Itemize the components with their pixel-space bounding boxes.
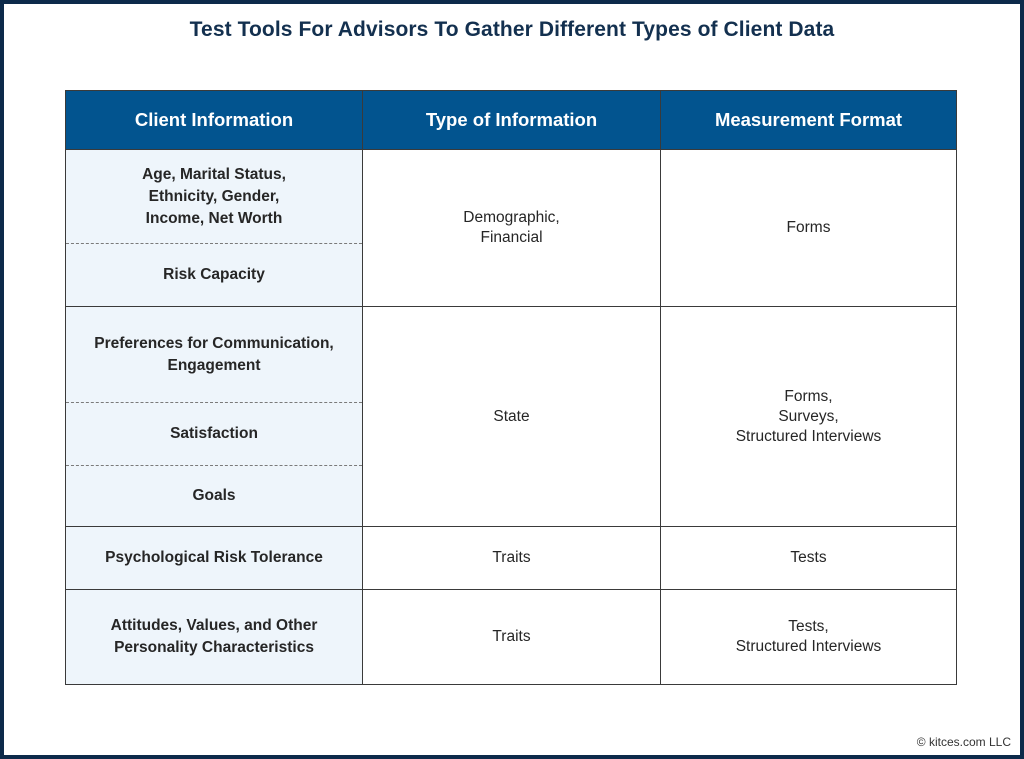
client-info-item: Age, Marital Status, Ethnicity, Gender, … bbox=[142, 165, 286, 227]
page-title: Test Tools For Advisors To Gather Differ… bbox=[189, 18, 835, 41]
table-row: Attitudes, Values, and Other Personality… bbox=[66, 589, 956, 684]
copyright-text: © kitces.com LLC bbox=[916, 735, 1011, 749]
type-cell: State bbox=[363, 307, 661, 526]
table-row: Preferences for Communication, Engagemen… bbox=[66, 306, 956, 526]
client-info-cell: Preferences for Communication, Engagemen… bbox=[66, 307, 363, 526]
type-cell: Demographic, Financial bbox=[363, 150, 661, 306]
client-info-item: Risk Capacity bbox=[66, 243, 362, 306]
client-info-cell: Attitudes, Values, and Other Personality… bbox=[66, 590, 363, 684]
table-header-row: Client Information Type of Information M… bbox=[66, 91, 956, 149]
type-cell: Traits bbox=[363, 590, 661, 684]
header-type-of-information: Type of Information bbox=[363, 91, 661, 149]
format-cell: Tests, Structured Interviews bbox=[735, 618, 882, 655]
client-data-table: Client Information Type of Information M… bbox=[65, 90, 957, 685]
client-info-item: Attitudes, Values, and Other Personality… bbox=[110, 617, 318, 656]
format-cell: Tests bbox=[790, 549, 827, 566]
header-measurement-format: Measurement Format bbox=[714, 109, 903, 130]
client-info-item: Goals bbox=[66, 465, 362, 526]
header-client-information: Client Information bbox=[66, 91, 363, 149]
type-cell: Traits bbox=[363, 527, 661, 589]
table-row: Psychological Risk Tolerance Traits Test… bbox=[66, 526, 956, 589]
client-info-cell: Age, Marital Status, Ethnicity, Gender, … bbox=[66, 150, 363, 306]
table-row: Age, Marital Status, Ethnicity, Gender, … bbox=[66, 149, 956, 306]
format-cell: Forms bbox=[786, 219, 831, 236]
client-info-item: Preferences for Communication, Engagemen… bbox=[94, 334, 334, 374]
client-info-cell: Psychological Risk Tolerance bbox=[66, 527, 363, 589]
client-info-item: Satisfaction bbox=[66, 402, 362, 465]
format-cell: Forms, Surveys, Structured Interviews bbox=[735, 387, 882, 445]
client-info-item: Psychological Risk Tolerance bbox=[105, 549, 323, 566]
